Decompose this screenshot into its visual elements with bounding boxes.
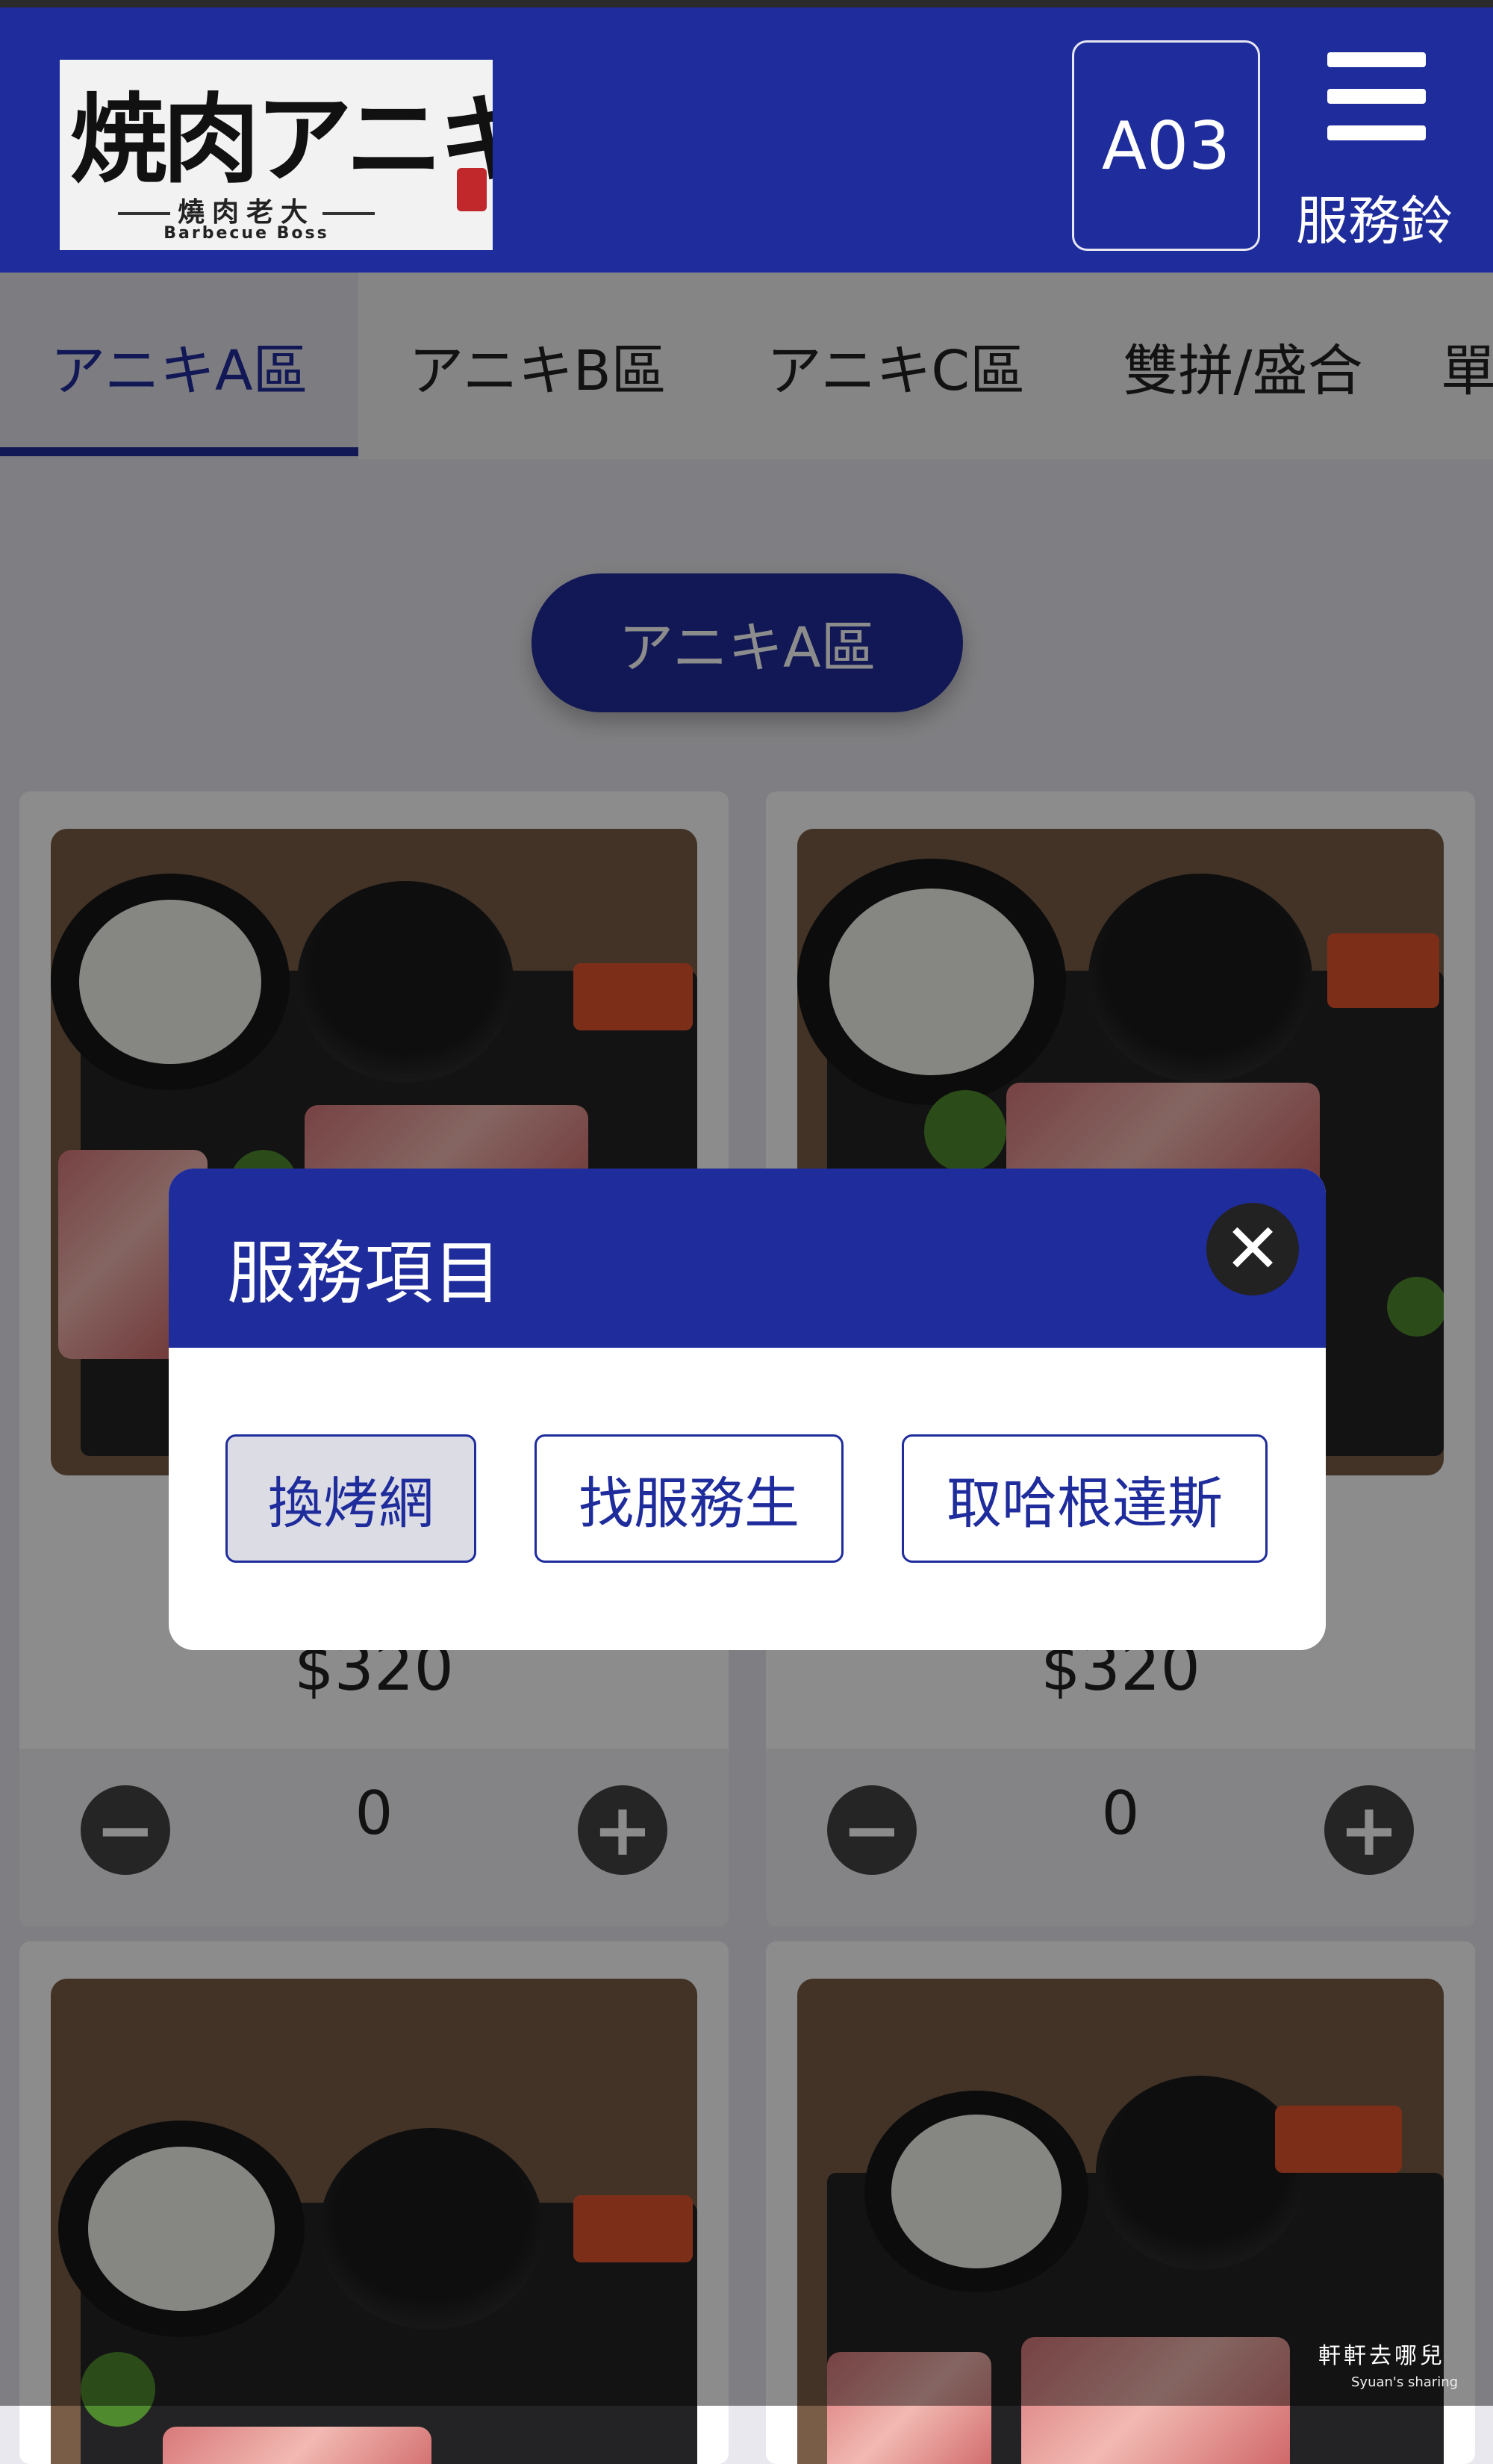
close-icon[interactable]: ✕ [1206, 1203, 1299, 1295]
table-number-badge: A03 [1072, 40, 1260, 251]
get-haagen-dazs-button[interactable]: 取哈根達斯 [902, 1434, 1268, 1563]
app-header: 焼肉アニキ 燒肉老大 Barbecue Boss A03 服務鈴 [0, 7, 1493, 273]
menu-bars-icon [1327, 52, 1426, 142]
logo-seal-icon [457, 168, 487, 211]
status-strip [0, 0, 1493, 7]
modal-header: 服務項目 ✕ [169, 1169, 1326, 1348]
restaurant-logo: 焼肉アニキ 燒肉老大 Barbecue Boss [60, 60, 493, 250]
service-modal: 服務項目 ✕ 換烤網 找服務生 取哈根達斯 [169, 1169, 1326, 1650]
modal-title: 服務項目 [227, 1233, 502, 1313]
logo-english-text: Barbecue Boss [163, 224, 329, 243]
change-grill-net-button[interactable]: 換烤網 [225, 1434, 476, 1563]
logo-main-text: 焼肉アニキ [70, 82, 493, 196]
call-waiter-button[interactable]: 找服務生 [534, 1434, 844, 1563]
service-bell-button[interactable]: 服務鈴 [1288, 52, 1460, 254]
service-bell-label: 服務鈴 [1296, 190, 1453, 252]
watermark-english: Syuan's sharing [1351, 2374, 1459, 2390]
watermark-text: 軒軒去哪兒 [1318, 2343, 1445, 2369]
